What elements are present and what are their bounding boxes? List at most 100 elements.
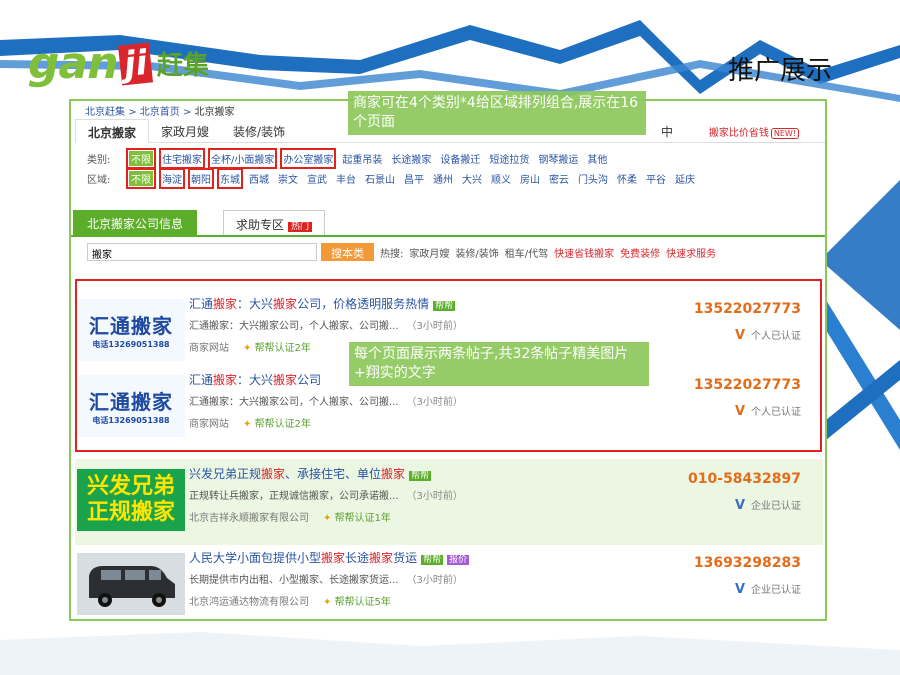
logo-ji-mark: ji	[117, 41, 153, 86]
title-keyword: 搬家	[321, 551, 346, 565]
hot-badge: 热门	[288, 222, 313, 232]
search-bar: 搬家 搜本类 热搜: 家政月嫂 装修/装饰 租车/代驾 快速省钱搬家 免费装修 …	[87, 243, 716, 261]
section-divider	[71, 235, 825, 237]
listing-thumbnail[interactable]	[77, 553, 185, 615]
filter-category-row: 类别: 不限 住宅搬家 全杯/小面搬家 办公室搬家 起重吊装 长途搬家 设备搬迁…	[87, 148, 616, 169]
filter-option[interactable]: 全杯/小面搬家	[207, 148, 278, 169]
filter-option[interactable]: 不限	[126, 168, 156, 189]
price-compare-label: 搬家比价省钱	[708, 128, 769, 139]
verified-icon: V	[734, 582, 745, 597]
listing-title[interactable]: 人民大学小面包提供小型搬家长途搬家货运 帮帮 报价	[189, 549, 470, 566]
tab-company-info[interactable]: 北京搬家公司信息	[73, 210, 198, 236]
listing-phone[interactable]: 13693298283	[694, 555, 801, 571]
quote-badge: 报价	[447, 555, 470, 565]
hot-search-link[interactable]: 家政月嫂	[409, 245, 449, 260]
ganji-logo: gan ji 赶集	[28, 38, 209, 89]
filter-option[interactable]: 崇文	[278, 171, 298, 186]
filter-option[interactable]: 平谷	[646, 171, 666, 186]
annotation-note-top: 商家可在4个类别*4给区域排列组合,展示在16个页面	[348, 91, 646, 135]
title-keyword: 搬家	[369, 551, 394, 565]
bangbang-badge: 帮帮	[421, 555, 444, 565]
title-part: 货运	[393, 551, 418, 565]
filter-option[interactable]: 住宅搬家	[159, 148, 205, 169]
filter-option[interactable]: 门头沟	[578, 171, 608, 186]
tab-housekeeping[interactable]: 家政月嫂	[149, 119, 221, 143]
filter-option[interactable]: 石景山	[365, 171, 395, 186]
filter-option[interactable]: 大兴	[462, 171, 482, 186]
medal-icon: ✦	[323, 513, 335, 524]
filter-option[interactable]: 宣武	[307, 171, 327, 186]
title-keyword: 搬家	[381, 467, 406, 481]
search-input[interactable]: 搬家	[87, 243, 317, 261]
breadcrumb-current: 北京搬家	[194, 107, 235, 118]
tab-partial[interactable]: 中	[649, 119, 685, 143]
description-text: 长期提供市内出租、小型搬家、长途搬家货运...	[189, 575, 399, 586]
filter-option[interactable]: 钢琴搬运	[538, 151, 578, 166]
listing-description: 长期提供市内出租、小型搬家、长途搬家货运... （3小时前）	[189, 571, 463, 586]
logo-chinese-text: 赶集	[156, 51, 209, 81]
filter-option[interactable]: 其他	[587, 151, 607, 166]
filter-option[interactable]: 怀柔	[617, 171, 637, 186]
hot-search-link[interactable]: 租车/代驾	[505, 245, 548, 260]
title-keyword: 搬家	[261, 467, 286, 481]
filter-option[interactable]: 延庆	[675, 171, 695, 186]
breadcrumb: 北京赶集 > 北京首页 > 北京搬家	[85, 103, 235, 118]
filter-option[interactable]: 办公室搬家	[280, 148, 337, 169]
breadcrumb-link-city[interactable]: 北京赶集	[85, 107, 125, 118]
source-text: 北京吉祥永顺搬家有限公司	[189, 513, 309, 524]
listing-phone[interactable]: 010-58432897	[688, 471, 801, 487]
filter-option[interactable]: 通州	[433, 171, 453, 186]
cert-text: 帮帮认证1年	[334, 513, 391, 524]
filter-district-label: 区域:	[87, 175, 111, 186]
filter-option[interactable]: 西城	[249, 171, 269, 186]
filter-option[interactable]: 顺义	[491, 171, 511, 186]
listing-item: 人民大学小面包提供小型搬家长途搬家货运 帮帮 报价 长期提供市内出租、小型搬家、长途…	[75, 543, 823, 619]
breadcrumb-link-home[interactable]: 北京首页	[140, 107, 180, 118]
breadcrumb-separator: >	[128, 107, 137, 118]
listing-thumbnail[interactable]: 兴发兄弟 正规搬家	[77, 469, 185, 531]
logo-latin-text: gan	[28, 38, 119, 89]
listing-title[interactable]: 兴发兄弟正规搬家、承接住宅、单位搬家 帮帮	[189, 465, 432, 482]
verified-icon: V	[734, 498, 745, 513]
tab-decoration[interactable]: 装修/装饰	[221, 119, 297, 143]
slide-title: 推广展示	[728, 56, 833, 86]
cert-label: ✦ 帮帮认证1年	[323, 513, 391, 524]
filter-option[interactable]: 海淀	[159, 168, 185, 189]
filter-option[interactable]: 房山	[520, 171, 540, 186]
tab-help-zone[interactable]: 求助专区 热门	[223, 210, 326, 236]
thumbnail-text: 兴发兄弟	[86, 474, 175, 499]
title-part: 人民大学小面包提供小型	[189, 551, 322, 565]
listing-source: 北京吉祥永顺搬家有限公司 ✦ 帮帮认证1年	[189, 509, 391, 524]
promo-link[interactable]: 免费装修	[620, 245, 660, 260]
title-part: 长途	[345, 551, 370, 565]
tab-moving[interactable]: 北京搬家	[75, 119, 150, 143]
title-part: 、承接住宅、单位	[285, 467, 382, 481]
verification-status: V 企业已认证	[735, 581, 801, 597]
price-compare-link[interactable]: 搬家比价省钱 NEW!	[709, 124, 799, 139]
hot-search-link[interactable]: 装修/装饰	[455, 245, 498, 260]
filter-district-row: 区域: 不限 海淀 朝阳 东城 西城 崇文 宣武 丰台 石景山 昌平 通州 大兴…	[87, 168, 704, 189]
source-text: 北京鸿运通达物流有限公司	[189, 597, 309, 608]
thumbnail-text: 正规搬家	[86, 500, 175, 525]
filter-option[interactable]: 密云	[549, 171, 569, 186]
filter-option[interactable]: 短途拉货	[489, 151, 529, 166]
hot-search-label: 热搜:	[380, 248, 404, 260]
listing-item: 兴发兄弟 正规搬家 兴发兄弟正规搬家、承接住宅、单位搬家 帮帮 正规转让兵搬家，正…	[75, 459, 823, 545]
promo-link[interactable]: 快速求服务	[666, 245, 716, 260]
filter-option[interactable]: 设备搬迁	[440, 151, 480, 166]
filter-option[interactable]: 起重吊装	[342, 151, 382, 166]
filter-option[interactable]: 长途搬家	[391, 151, 431, 166]
verification-text: 企业已认证	[751, 501, 801, 512]
listing-time: （3小时前）	[406, 491, 463, 502]
filter-option[interactable]: 不限	[126, 148, 156, 169]
filter-option[interactable]: 东城	[217, 168, 243, 189]
filter-option[interactable]: 朝阳	[188, 168, 214, 189]
filter-option[interactable]: 丰台	[336, 171, 356, 186]
listing-time: （3小时前）	[406, 575, 463, 586]
description-text: 正规转让兵搬家，正规诚信搬家，公司承诺搬...	[189, 491, 399, 502]
tab-help-zone-label: 求助专区	[236, 218, 285, 232]
listing-description: 正规转让兵搬家，正规诚信搬家，公司承诺搬... （3小时前）	[189, 487, 463, 502]
filter-option[interactable]: 昌平	[404, 171, 424, 186]
promo-link[interactable]: 快速省钱搬家	[554, 245, 614, 260]
search-button[interactable]: 搜本类	[321, 243, 374, 261]
